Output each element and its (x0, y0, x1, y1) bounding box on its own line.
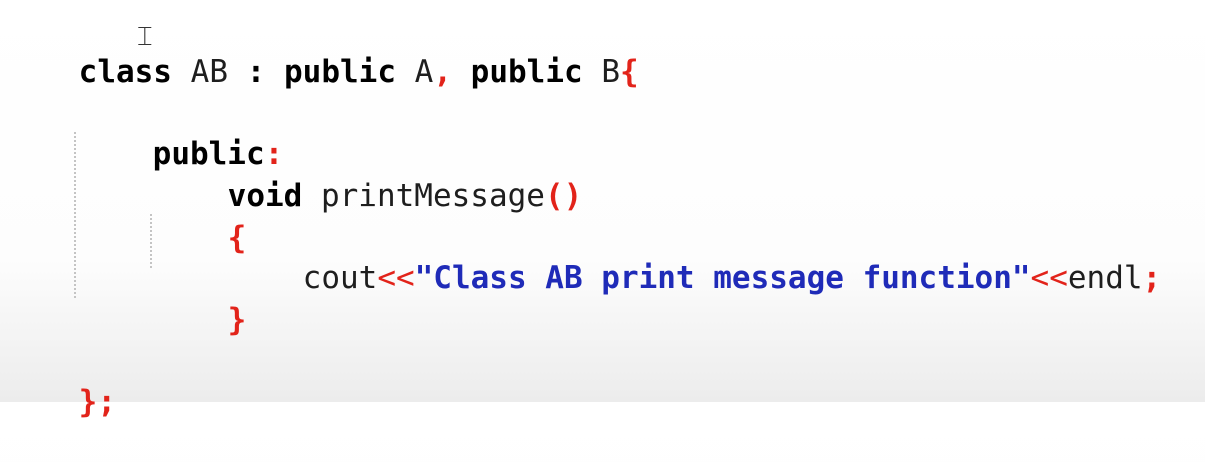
parentheses: () (544, 178, 583, 214)
code-line-class-end[interactable]: }; (4, 342, 116, 420)
inheritance-colon: : (246, 54, 266, 90)
keyword-class: class (78, 54, 172, 90)
code-editor[interactable]: class AB : public A, public B{ ⌶ public:… (0, 0, 1205, 420)
code-line-access-specifier[interactable]: public: (78, 94, 284, 172)
text-cursor-icon: ⌶ (137, 22, 153, 52)
class-name: AB (190, 54, 228, 90)
endl-identifier: endl (1067, 260, 1143, 296)
code-line-class-declaration[interactable]: class AB : public A, public B{ (4, 12, 639, 90)
string-literal: "Class AB print message function" (414, 260, 1031, 296)
keyword-public: public (470, 54, 583, 90)
stream-operator: << (377, 260, 415, 296)
stream-operator: << (1030, 260, 1068, 296)
base-class-a: A (414, 54, 434, 90)
close-brace: } (227, 302, 247, 338)
semicolon: ; (97, 384, 116, 420)
base-class-b: B (601, 54, 620, 90)
code-line-close-brace[interactable]: } (153, 260, 247, 338)
keyword-public: public (284, 54, 396, 90)
comma: , (433, 54, 452, 90)
close-brace: } (78, 384, 98, 420)
function-name: printMessage (320, 178, 545, 214)
indent-guide (74, 132, 76, 298)
code-line-method-signature[interactable]: void printMessage() (153, 136, 583, 214)
semicolon: ; (1142, 260, 1162, 296)
code-line-open-brace[interactable]: { (153, 178, 247, 256)
indent-guide (150, 214, 152, 268)
cout-identifier: cout (302, 260, 378, 296)
code-line-cout-statement[interactable]: cout<<"Class AB print message function"<… (228, 218, 1162, 296)
open-brace: { (620, 54, 639, 90)
